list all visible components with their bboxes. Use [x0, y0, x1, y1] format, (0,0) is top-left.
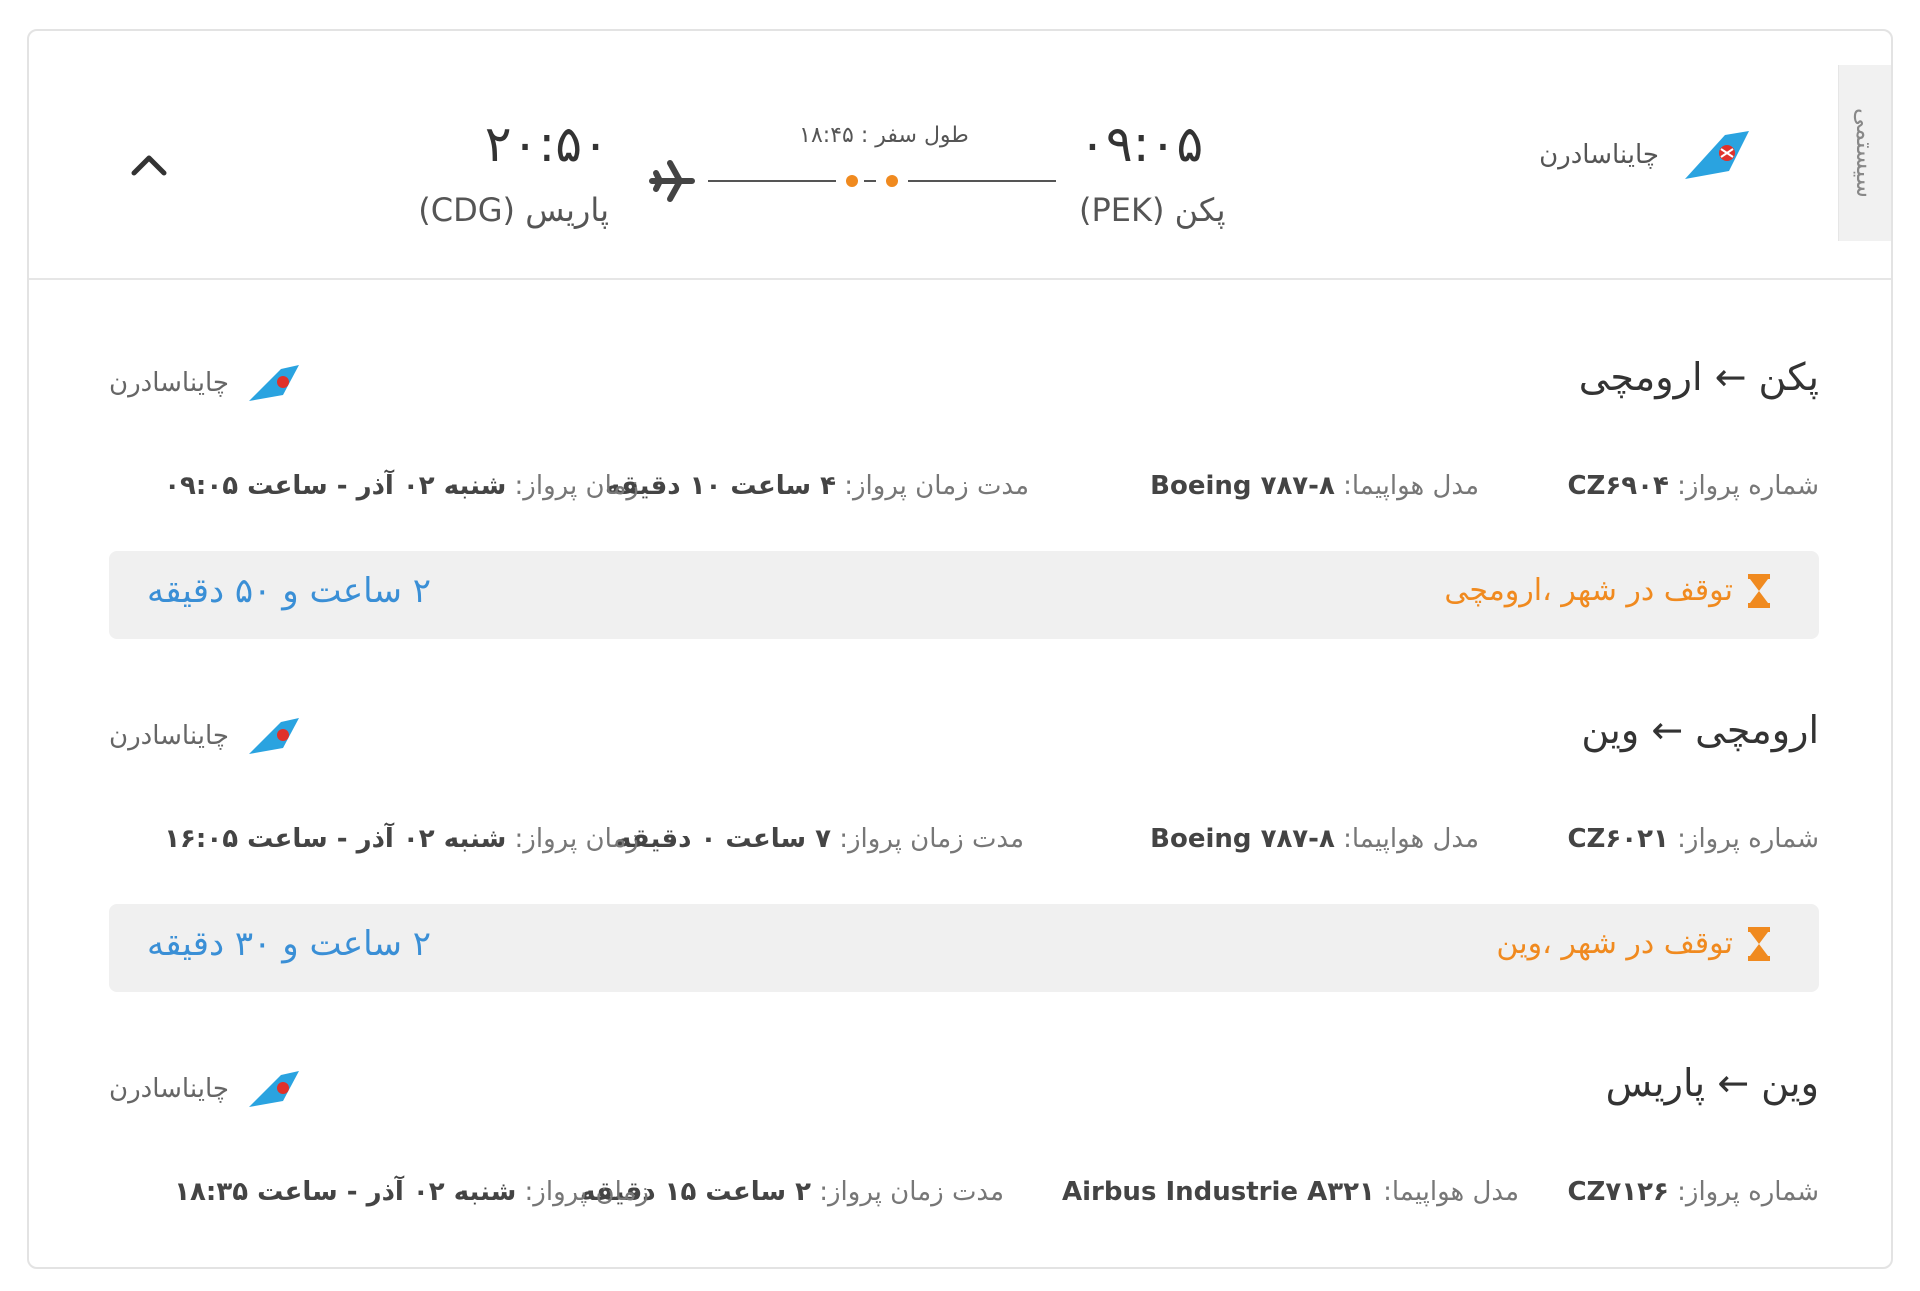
layover-duration: ۲ ساعت و ۵۰ دقیقه — [147, 571, 432, 611]
china-southern-logo-icon — [1685, 131, 1749, 179]
layover-label: توقف در شهر ،وین — [1496, 926, 1771, 961]
segment-details: شماره پرواز: CZ۶۰۲۱ مدل هواپیما: Boeing … — [109, 824, 1819, 864]
china-southern-logo-icon — [248, 365, 299, 401]
aircraft-label: مدل هواپیما: — [1343, 471, 1479, 501]
hourglass-icon — [1748, 926, 1770, 961]
flight-number-label: شماره پرواز: — [1677, 1177, 1819, 1207]
flight-duration-label: مدت زمان پرواز: — [819, 1177, 1004, 1207]
system-tab[interactable]: سیستمی — [1838, 65, 1891, 241]
segment-airline-name: چایناسادرن — [109, 368, 229, 398]
flight-duration-field: مدت زمان پرواز: ۴ ساعت ۱۰ دقیقه — [605, 471, 1029, 501]
airline-name: چایناسادرن — [1539, 140, 1659, 170]
flight-duration-label: مدت زمان پرواز: — [839, 824, 1024, 854]
flight-time-label: زمان پرواز: — [514, 471, 639, 501]
flight-summary[interactable]: سیستمی چایناسادرن ۰۹:۰۵ پکن (PEK) طول سف… — [29, 31, 1891, 280]
flight-number-field: شماره پرواز: CZ۶۹۰۴ — [1567, 471, 1819, 501]
flight-time-field: زمان پرواز: شنبه ۰۲ آذر - ساعت ۱۶:۰۵ — [164, 824, 639, 854]
departure-city: پکن (PEK) — [1079, 191, 1226, 229]
flight-number-label: شماره پرواز: — [1677, 471, 1819, 501]
airline-info: چایناسادرن — [1539, 127, 1753, 183]
segment-details: شماره پرواز: CZ۷۱۲۶ مدل هواپیما: Airbus … — [109, 1177, 1819, 1217]
layover-bar: توقف در شهر ،وین ۲ ساعت و ۳۰ دقیقه — [109, 904, 1819, 992]
aircraft-label: مدل هواپیما: — [1343, 824, 1479, 854]
layover-label: توقف در شهر ،ارومچی — [1444, 573, 1771, 608]
flight-time-value: شنبه ۰۲ آذر - ساعت ۱۶:۰۵ — [164, 824, 507, 854]
segment-airline-name: چایناسادرن — [109, 721, 229, 751]
china-southern-logo-icon — [248, 718, 299, 754]
arrival-city: پاریس (CDG) — [418, 191, 609, 229]
flight-number-value: CZ۶۰۲۱ — [1567, 824, 1669, 854]
aircraft-label: مدل هواپیما: — [1383, 1177, 1519, 1207]
flight-duration-value: ۷ ساعت ۰ دقیقه — [615, 824, 831, 854]
stop-dot — [886, 175, 898, 187]
layover-city: توقف در شهر ،وین — [1496, 926, 1733, 961]
segment-airline-name: چایناسادرن — [109, 1074, 229, 1104]
flight-number-value: CZ۶۹۰۴ — [1567, 471, 1669, 501]
segment-airline: چایناسادرن — [109, 1069, 301, 1109]
layover-city: توقف در شهر ،ارومچی — [1444, 573, 1733, 608]
aircraft-field: مدل هواپیما: Boeing ۷۸۷-۸ — [1150, 824, 1479, 854]
segment-route: وین ← پاریس — [1605, 1061, 1819, 1105]
system-tab-label: سیستمی — [1851, 108, 1879, 198]
aircraft-value: Boeing ۷۸۷-۸ — [1150, 471, 1335, 501]
layover-bar: توقف در شهر ،ارومچی ۲ ساعت و ۵۰ دقیقه — [109, 551, 1819, 639]
segment-route: ارومچی ← وین — [1581, 708, 1819, 752]
aircraft-field: مدل هواپیما: Airbus Industrie A۳۲۱ — [1062, 1177, 1519, 1207]
segment-airline: چایناسادرن — [109, 716, 301, 756]
airplane-icon — [649, 160, 695, 202]
china-southern-logo-icon — [248, 1071, 299, 1107]
flight-number-value: CZ۷۱۲۶ — [1567, 1177, 1669, 1207]
flight-duration-label: مدت زمان پرواز: — [844, 471, 1029, 501]
flight-card: سیستمی چایناسادرن ۰۹:۰۵ پکن (PEK) طول سف… — [27, 29, 1893, 1269]
route-line — [649, 160, 1056, 202]
flight-number-field: شماره پرواز: CZ۶۰۲۱ — [1567, 824, 1819, 854]
aircraft-field: مدل هواپیما: Boeing ۷۸۷-۸ — [1150, 471, 1479, 501]
flight-time-value: شنبه ۰۲ آذر - ساعت ۰۹:۰۵ — [164, 471, 507, 501]
segment-details: شماره پرواز: CZ۶۹۰۴ مدل هواپیما: Boeing … — [109, 471, 1819, 511]
hourglass-icon — [1748, 573, 1770, 608]
aircraft-value: Boeing ۷۸۷-۸ — [1150, 824, 1335, 854]
chevron-up-icon[interactable] — [124, 141, 174, 191]
flight-time-field: زمان پرواز: شنبه ۰۲ آذر - ساعت ۰۹:۰۵ — [164, 471, 639, 501]
aircraft-value: Airbus Industrie A۳۲۱ — [1061, 1177, 1375, 1207]
segment-airline: چایناسادرن — [109, 363, 301, 403]
flight-time-field: زمان پرواز: شنبه ۰۲ آذر - ساعت ۱۸:۳۵ — [174, 1177, 649, 1207]
departure-time: ۰۹:۰۵ — [1079, 115, 1204, 173]
flight-time-label: زمان پرواز: — [524, 1177, 649, 1207]
flight-number-field: شماره پرواز: CZ۷۱۲۶ — [1567, 1177, 1819, 1207]
trip-duration: طول سفر : ۱۸:۴۵ — [799, 123, 969, 148]
flight-duration-field: مدت زمان پرواز: ۷ ساعت ۰ دقیقه — [616, 824, 1024, 854]
segment-route: پکن ← ارومچی — [1578, 355, 1819, 399]
flight-duration-value: ۴ ساعت ۱۰ دقیقه — [605, 471, 836, 501]
stop-dot — [846, 175, 858, 187]
flight-time-label: زمان پرواز: — [514, 824, 639, 854]
layover-duration: ۲ ساعت و ۳۰ دقیقه — [147, 924, 432, 964]
arrival-time: ۲۰:۵۰ — [484, 115, 609, 173]
flight-time-value: شنبه ۰۲ آذر - ساعت ۱۸:۳۵ — [174, 1177, 517, 1207]
flight-number-label: شماره پرواز: — [1677, 824, 1819, 854]
